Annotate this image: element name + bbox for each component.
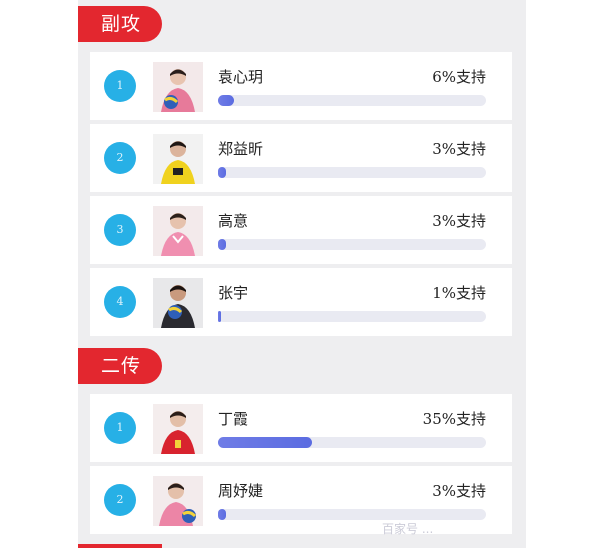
support-percent: 3%支持 [432, 212, 486, 230]
support-bar-fill [218, 239, 227, 250]
player-card[interactable]: 1 袁心玥 6%支持 [90, 52, 512, 120]
support-bar [218, 167, 486, 178]
watermark: 百家号 ... [382, 522, 434, 536]
support-bar [218, 95, 486, 106]
player-card[interactable]: 2 郑益昕 3%支持 [90, 124, 512, 192]
support-percent: 3%支持 [432, 140, 486, 158]
support-percent: 35%支持 [422, 410, 486, 428]
player-name: 丁霞 [218, 410, 249, 428]
support-percent: 3%支持 [432, 482, 486, 500]
support-percent: 6%支持 [432, 68, 486, 86]
player-card[interactable]: 4 张宇 1%支持 [90, 268, 512, 336]
support-bar [218, 311, 486, 322]
rank-badge: 2 [104, 142, 136, 174]
player-card[interactable]: 3 高意 3%支持 [90, 196, 512, 264]
player-name: 袁心玥 [218, 68, 264, 86]
support-bar-fill [218, 167, 227, 178]
player-avatar [153, 476, 203, 526]
rank-badge: 3 [104, 214, 136, 246]
player-avatar [153, 134, 203, 184]
support-percent: 1%支持 [432, 284, 486, 302]
rank-badge: 4 [104, 286, 136, 318]
player-name: 郑益昕 [218, 140, 264, 158]
support-bar-fill [218, 95, 235, 106]
player-avatar [153, 206, 203, 256]
poll-page: 副攻 1 袁心玥 6%支持 2 郑益昕 3%支持 3 高意 3%支持 4 张宇 … [0, 0, 600, 548]
player-card[interactable]: 2 周妤婕 3%支持 [90, 466, 512, 534]
section-tab-middle-blocker: 副攻 [78, 6, 162, 42]
section-tab-setter: 二传 [78, 348, 162, 384]
player-card[interactable]: 1 丁霞 35%支持 [90, 394, 512, 462]
player-name: 张宇 [218, 284, 249, 302]
player-name: 高意 [218, 212, 249, 230]
rank-badge: 1 [104, 412, 136, 444]
support-bar [218, 437, 486, 448]
support-bar-fill [218, 437, 312, 448]
rank-badge: 2 [104, 484, 136, 516]
player-avatar [153, 404, 203, 454]
support-bar [218, 509, 486, 520]
support-bar [218, 239, 486, 250]
player-avatar [153, 62, 203, 112]
player-name: 周妤婕 [218, 482, 264, 500]
support-bar-fill [218, 311, 221, 322]
player-avatar [153, 278, 203, 328]
support-bar-fill [218, 509, 227, 520]
rank-badge: 1 [104, 70, 136, 102]
section-tab-partial [78, 544, 162, 548]
